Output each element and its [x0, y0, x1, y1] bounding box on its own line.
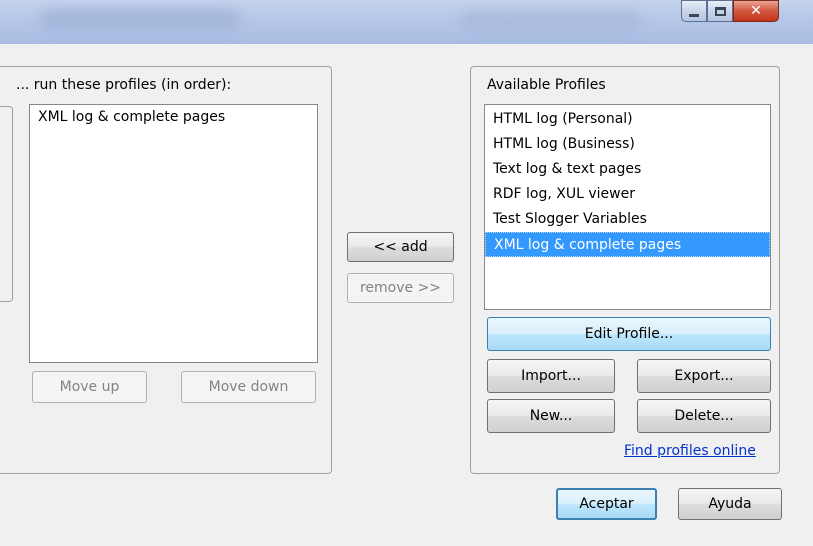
available-profiles-list[interactable]: HTML log (Personal) HTML log (Business) … — [484, 104, 771, 310]
close-icon: ✕ — [750, 3, 762, 19]
available-profiles-group: Available Profiles HTML log (Personal) H… — [470, 66, 780, 474]
list-item[interactable]: Test Slogger Variables — [485, 207, 770, 232]
find-profiles-link[interactable]: Find profiles online — [624, 443, 756, 459]
list-item[interactable]: Text log & text pages — [485, 157, 770, 182]
list-item-selected[interactable]: XML log & complete pages — [485, 232, 770, 257]
move-up-button[interactable]: Move up — [32, 371, 147, 403]
remove-button[interactable]: remove >> — [347, 273, 454, 303]
close-button[interactable]: ✕ — [733, 0, 779, 22]
move-down-button[interactable]: Move down — [181, 371, 316, 403]
edit-profile-button[interactable]: Edit Profile... — [487, 317, 771, 351]
delete-button[interactable]: Delete... — [637, 399, 771, 433]
minimize-icon — [689, 13, 699, 17]
dialog-body: ... run these profiles (in order): XML l… — [0, 44, 803, 546]
run-profiles-title: ... run these profiles (in order): — [16, 77, 232, 93]
blurred-window-title — [40, 8, 240, 30]
window-controls: ✕ — [681, 0, 779, 24]
maximize-button[interactable] — [707, 0, 733, 22]
export-button[interactable]: Export... — [637, 359, 771, 393]
left-edge-panel — [0, 106, 13, 302]
run-profiles-list[interactable]: XML log & complete pages — [29, 104, 318, 363]
run-profiles-group: ... run these profiles (in order): XML l… — [0, 66, 332, 474]
list-item[interactable]: XML log & complete pages — [30, 105, 317, 130]
import-button[interactable]: Import... — [487, 359, 615, 393]
new-button[interactable]: New... — [487, 399, 615, 433]
title-bar[interactable]: ✕ — [0, 0, 813, 44]
list-item[interactable]: HTML log (Business) — [485, 132, 770, 157]
list-item[interactable]: RDF log, XUL viewer — [485, 182, 770, 207]
accept-button[interactable]: Aceptar — [556, 488, 657, 520]
maximize-icon — [714, 6, 726, 16]
available-profiles-title: Available Profiles — [487, 77, 606, 93]
blurred-title-area — [460, 10, 640, 32]
minimize-button[interactable] — [681, 0, 707, 22]
help-button[interactable]: Ayuda — [678, 488, 782, 520]
add-button[interactable]: << add — [347, 232, 454, 262]
list-item[interactable]: HTML log (Personal) — [485, 107, 770, 132]
